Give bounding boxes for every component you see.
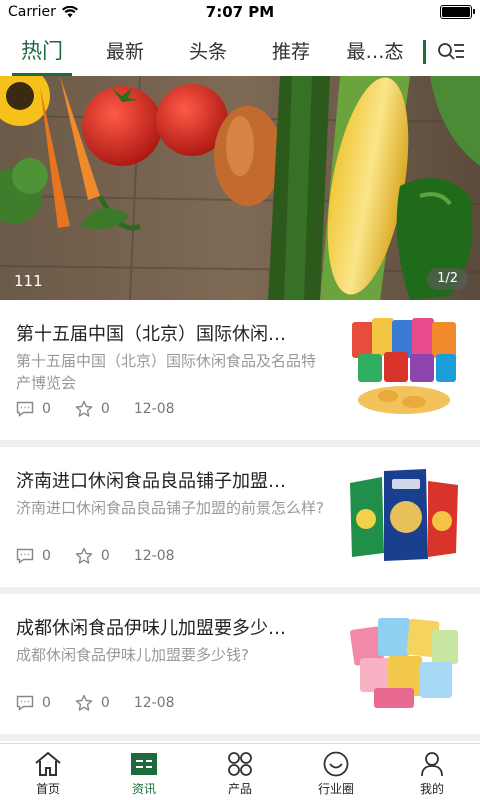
article-card[interactable]: 济南进口休闲食品良品铺子加盟… 济南进口休闲食品良品铺子加盟的前景怎么样? 0 … <box>0 447 480 587</box>
banner-page-indicator: 1/2 <box>427 268 468 290</box>
like-count[interactable]: 0 <box>75 547 110 565</box>
status-time: 7:07 PM <box>205 3 275 21</box>
like-count-value: 0 <box>100 695 110 711</box>
status-bar: Carrier 7:07 PM <box>0 0 480 24</box>
search-list-icon <box>438 43 464 60</box>
star-icon <box>75 400 93 417</box>
star-icon <box>75 694 93 711</box>
nav-profile-label: 我的 <box>419 782 444 796</box>
snack-bags-thumbnail <box>352 318 456 414</box>
comment-count[interactable]: 0 <box>16 695 51 711</box>
comment-icon <box>16 401 34 417</box>
article-card[interactable]: 第十五届中国（北京）国际休闲… 第十五届中国（北京）国际休闲食品及名品特产博览会… <box>0 300 480 440</box>
article-summary: 济南进口休闲食品良品铺子加盟的前景怎么样? <box>16 499 324 517</box>
comment-count[interactable]: 0 <box>16 401 51 417</box>
nav-industry-label: 行业圈 <box>317 782 354 796</box>
banner-caption: 111 <box>14 272 43 290</box>
banner-carousel[interactable]: 111 1/2 <box>0 76 480 300</box>
comment-count[interactable]: 0 <box>16 548 51 564</box>
card-separator <box>0 587 480 594</box>
tab-latest[interactable]: 最新 <box>92 24 158 76</box>
article-title: 第十五届中国（北京）国际休闲… <box>16 324 286 345</box>
home-icon <box>35 751 61 776</box>
news-icon <box>131 753 157 775</box>
nav-home-label: 首页 <box>35 782 60 796</box>
like-count[interactable]: 0 <box>75 694 110 712</box>
article-summary: 成都休闲食品伊味儿加盟要多少钱? <box>16 646 249 664</box>
tab-label: 推荐 <box>271 40 310 63</box>
nav-products-label: 产品 <box>227 782 252 796</box>
grid-icon <box>228 752 252 776</box>
battery-icon <box>440 5 475 19</box>
nav-home[interactable]: 首页 <box>0 744 96 800</box>
article-meta: 0 0 12-08 <box>16 400 175 418</box>
card-separator <box>0 734 480 741</box>
article-meta: 0 0 12-08 <box>16 694 175 712</box>
nav-news-label: 资讯 <box>131 782 156 796</box>
article-card[interactable]: 成都休闲食品伊味儿加盟要多少… 成都休闲食品伊味儿加盟要多少钱? 0 0 12-… <box>0 594 480 734</box>
like-count-value: 0 <box>100 401 110 417</box>
article-summary: 第十五届中国（北京）国际休闲食品及名品特产博览会 <box>16 352 317 392</box>
card-separator <box>0 440 480 447</box>
tab-label: 最新 <box>105 40 144 63</box>
snack-packs-thumbnail <box>350 618 458 708</box>
nav-news[interactable]: 资讯 <box>96 744 192 800</box>
tab-latest-news[interactable]: 最…态 <box>337 24 413 76</box>
article-title: 济南进口休闲食品良品铺子加盟… <box>16 471 286 492</box>
comment-count-value: 0 <box>42 548 51 564</box>
article-date: 12-08 <box>133 401 175 417</box>
article-feed: 第十五届中国（北京）国际休闲… 第十五届中国（北京）国际休闲食品及名品特产博览会… <box>0 300 480 741</box>
article-title: 成都休闲食品伊味儿加盟要多少… <box>16 618 286 639</box>
smile-icon <box>323 751 349 777</box>
bottom-navigation: 首页 资讯 产品 行业圈 我的 <box>0 743 480 800</box>
article-meta: 0 0 12-08 <box>16 547 175 565</box>
tab-label: 头条 <box>188 40 227 63</box>
tab-recommend[interactable]: 推荐 <box>258 24 324 76</box>
tab-label: 最…态 <box>346 40 404 63</box>
like-count[interactable]: 0 <box>75 400 110 418</box>
user-icon <box>421 752 443 777</box>
nav-profile[interactable]: 我的 <box>384 744 480 800</box>
tab-label: 热门 <box>21 39 63 63</box>
comment-count-value: 0 <box>42 401 51 417</box>
chip-bags-thumbnail <box>350 469 458 561</box>
nav-industry[interactable]: 行业圈 <box>288 744 384 800</box>
like-count-value: 0 <box>100 548 110 564</box>
article-date: 12-08 <box>133 548 175 564</box>
nav-products[interactable]: 产品 <box>192 744 288 800</box>
article-date: 12-08 <box>133 695 175 711</box>
category-menu-button[interactable] <box>432 36 472 68</box>
tab-hot[interactable]: 热门 <box>8 24 76 76</box>
comment-icon <box>16 548 34 564</box>
category-tabs: 热门 最新 头条 推荐 最…态 <box>0 24 480 76</box>
star-icon <box>75 547 93 564</box>
tab-divider <box>423 40 426 64</box>
tab-headlines[interactable]: 头条 <box>175 24 241 76</box>
comment-count-value: 0 <box>42 695 51 711</box>
comment-icon <box>16 695 34 711</box>
vegetables-image <box>0 76 480 300</box>
